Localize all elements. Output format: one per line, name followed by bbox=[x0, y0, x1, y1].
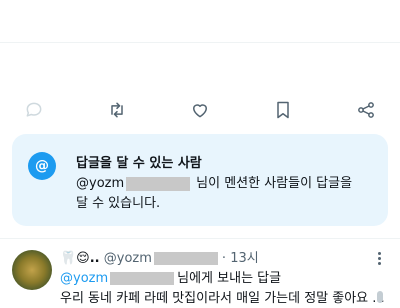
like-button[interactable] bbox=[186, 96, 214, 124]
more-options-icon[interactable] bbox=[372, 250, 386, 268]
reply-restriction-title: 답글을 달 수 있는 사람 bbox=[76, 156, 202, 171]
share-button[interactable] bbox=[352, 96, 380, 124]
display-name[interactable]: 🦷😌.. bbox=[60, 251, 100, 266]
like-icon bbox=[193, 104, 207, 118]
reply-restriction-card: @ 답글을 달 수 있는 사람 @yozm 님이 멘션한 사람들이 답글을 달 수… bbox=[12, 134, 388, 226]
mention-icon: @ bbox=[28, 152, 56, 180]
reply-restriction-message: @yozm 님이 멘션한 사람들이 답글을 달 수 있습니다. bbox=[76, 174, 376, 214]
retweet-icon bbox=[111, 102, 123, 118]
share-icon bbox=[358, 102, 374, 118]
reply-text: 우리 동네 카페 라떼 맛집이라서 매일 가는데 정말 좋아요 ... bbox=[60, 291, 385, 306]
separator: · bbox=[221, 251, 227, 266]
replying-to-handle[interactable]: @yozm bbox=[60, 271, 108, 286]
reply-header: 🦷😌.. @yozm · 13시 bbox=[60, 250, 370, 268]
reply-icon bbox=[26, 102, 42, 117]
reply-restriction-text-line2: 달 수 있습니다. bbox=[76, 196, 161, 211]
avatar[interactable] bbox=[12, 250, 52, 290]
redacted-handle bbox=[110, 272, 175, 285]
replying-to-label: 님에게 보내는 답글 bbox=[177, 271, 282, 286]
timestamp[interactable]: 13시 bbox=[230, 251, 259, 266]
redacted-handle bbox=[153, 252, 218, 265]
retweet-button[interactable] bbox=[103, 96, 131, 124]
reply-button[interactable] bbox=[20, 96, 48, 124]
redacted-handle bbox=[126, 176, 191, 191]
bookmark-button[interactable] bbox=[269, 96, 297, 124]
scrollbar-thumb[interactable] bbox=[377, 291, 383, 303]
mentioned-handle[interactable]: @yozm bbox=[76, 176, 124, 191]
reply-restriction-text: 님이 멘션한 사람들이 답글을 bbox=[196, 176, 353, 191]
top-divider bbox=[0, 42, 400, 43]
reply-author-handle[interactable]: @yozm bbox=[104, 251, 152, 266]
bookmark-icon bbox=[277, 101, 289, 119]
replying-to: @yozm 님에게 보내는 답글 bbox=[60, 270, 281, 288]
tweet-action-bar bbox=[20, 96, 380, 124]
reply-divider bbox=[0, 238, 400, 239]
